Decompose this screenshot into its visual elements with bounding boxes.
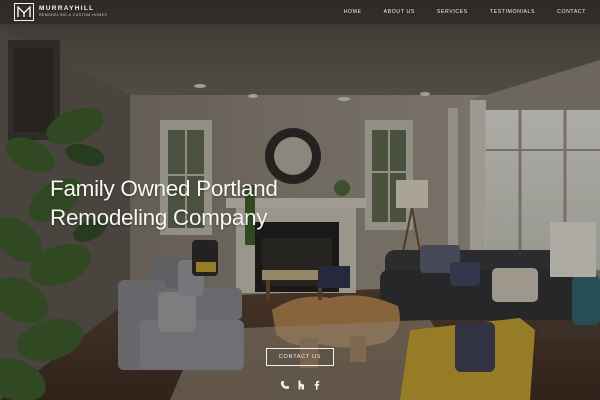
top-navbar: MURRAYHILL REMODELING & CUSTOM HOMES HOM… <box>0 0 600 25</box>
nav-item-services[interactable]: SERVICES <box>437 9 468 15</box>
brand-logo[interactable]: MURRAYHILL REMODELING & CUSTOM HOMES <box>14 3 107 21</box>
logo-mark-icon <box>14 3 34 21</box>
brand-name: MURRAYHILL <box>39 5 95 13</box>
hero-headline-line1: Family Owned Portland <box>50 176 278 201</box>
houzz-icon[interactable] <box>295 379 307 391</box>
facebook-icon[interactable] <box>311 379 323 391</box>
social-links <box>279 379 327 391</box>
phone-icon[interactable] <box>279 379 291 391</box>
contact-us-button[interactable]: CONTACT US <box>266 348 334 366</box>
brand-tagline: REMODELING & CUSTOM HOMES <box>39 13 108 18</box>
logo-text: MURRAYHILL REMODELING & CUSTOM HOMES <box>39 6 107 18</box>
nav-menu: HOME ABOUT US SERVICES TESTIMONIALS CONT… <box>322 0 586 24</box>
nav-item-home[interactable]: HOME <box>344 9 362 15</box>
hero-headline: Family Owned Portland Remodeling Company <box>50 174 278 232</box>
hero-headline-line2: Remodeling Company <box>50 205 268 230</box>
nav-item-testimonials[interactable]: TESTIMONIALS <box>490 9 535 15</box>
hero-section: MURRAYHILL REMODELING & CUSTOM HOMES HOM… <box>0 0 600 400</box>
nav-item-contact[interactable]: CONTACT <box>557 9 586 15</box>
nav-item-about-us[interactable]: ABOUT US <box>384 9 415 15</box>
